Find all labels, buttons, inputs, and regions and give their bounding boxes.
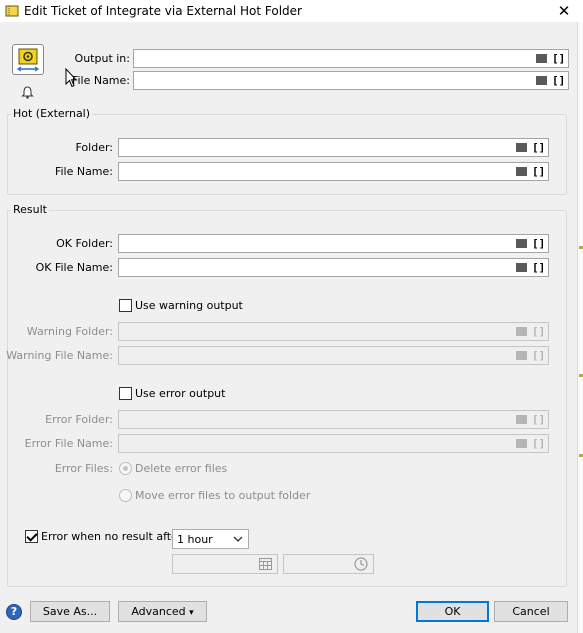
bell-icon[interactable] [21, 86, 34, 99]
variable-bracket-icon[interactable]: [] [552, 75, 565, 86]
edge-marker [579, 246, 583, 249]
folder-icon [516, 351, 527, 360]
ok-folder-input[interactable] [121, 236, 511, 251]
error-file-name-field: [] [118, 434, 549, 453]
edge-marker [579, 374, 583, 377]
use-error-label[interactable]: Use error output [135, 387, 225, 400]
title-bar: Edit Ticket of Integrate via External Ho… [0, 0, 583, 22]
delete-error-files-label: Delete error files [135, 462, 228, 475]
ok-folder-label: OK Folder: [56, 237, 113, 250]
folder-icon[interactable] [516, 167, 527, 176]
window-edge [577, 22, 583, 633]
timeout-select[interactable]: 1 hour [172, 529, 249, 549]
edge-marker [579, 454, 583, 457]
output-in-input[interactable] [136, 51, 531, 66]
variable-bracket-icon: [] [532, 325, 546, 338]
hot-folder-field[interactable]: [] [118, 138, 549, 157]
cancel-button[interactable]: Cancel [494, 601, 568, 622]
folder-icon[interactable] [516, 239, 527, 248]
hot-file-name-field[interactable]: [] [118, 162, 549, 181]
time-field [283, 554, 374, 574]
gear-icon [16, 48, 40, 72]
output-in-field[interactable]: [] [133, 49, 569, 68]
close-icon[interactable]: ✕ [552, 1, 576, 21]
variable-bracket-icon: [] [532, 413, 546, 426]
error-folder-field: [] [118, 410, 549, 429]
warning-folder-label: Warning Folder: [26, 325, 113, 338]
file-name-label: File Name: [71, 74, 130, 87]
save-as-button[interactable]: Save As... [30, 601, 110, 622]
folder-icon [516, 327, 527, 336]
error-when-no-result-label[interactable]: Error when no result after [41, 530, 182, 543]
hot-folder-label: Folder: [75, 141, 113, 154]
use-warning-checkbox[interactable] [119, 299, 132, 312]
delete-error-files-radio [119, 462, 132, 475]
ok-folder-field[interactable]: [] [118, 234, 549, 253]
date-field [172, 554, 278, 574]
warning-file-name-label: Warning File Name: [6, 349, 113, 362]
advanced-button[interactable]: Advanced ▾ [118, 601, 207, 622]
variable-bracket-icon[interactable]: [] [532, 142, 545, 153]
folder-icon[interactable] [516, 143, 527, 152]
warning-file-name-field: [] [118, 346, 549, 365]
variable-bracket-icon: [] [532, 349, 546, 362]
calendar-icon [259, 558, 272, 570]
folder-icon[interactable] [536, 76, 547, 85]
folder-icon [516, 415, 527, 424]
window-title: Edit Ticket of Integrate via External Ho… [24, 4, 302, 18]
error-file-name-label: Error File Name: [24, 437, 113, 450]
move-error-files-radio [119, 489, 132, 502]
folder-icon [516, 439, 527, 448]
file-name-field[interactable]: [] [133, 71, 569, 90]
folder-icon[interactable] [516, 263, 527, 272]
hot-file-name-input[interactable] [121, 164, 511, 179]
timeout-value: 1 hour [177, 533, 213, 546]
error-when-no-result-checkbox[interactable] [25, 530, 38, 543]
hot-folder-gear-icon[interactable] [12, 44, 44, 75]
hot-folder-input[interactable] [121, 140, 511, 155]
error-folder-label: Error Folder: [45, 413, 113, 426]
variable-bracket-icon[interactable]: [] [532, 262, 545, 273]
hot-file-name-label: File Name: [54, 165, 113, 178]
variable-bracket-icon[interactable]: [] [532, 166, 545, 177]
variable-bracket-icon[interactable]: [] [552, 53, 565, 64]
warning-folder-field: [] [118, 322, 549, 341]
ok-file-name-input[interactable] [121, 260, 511, 275]
folder-icon[interactable] [536, 54, 547, 63]
variable-bracket-icon: [] [532, 437, 546, 450]
ok-file-name-label: OK File Name: [35, 261, 113, 274]
error-files-label: Error Files: [54, 462, 113, 475]
ok-file-name-field[interactable]: [] [118, 258, 549, 277]
clock-icon [354, 557, 368, 571]
move-error-files-label: Move error files to output folder [135, 489, 311, 502]
ok-button[interactable]: OK [416, 601, 489, 622]
use-error-checkbox[interactable] [119, 387, 132, 400]
use-warning-label[interactable]: Use warning output [135, 299, 243, 312]
chevron-down-icon [233, 536, 243, 542]
variable-bracket-icon[interactable]: [] [532, 238, 545, 249]
ticket-icon [5, 5, 19, 17]
hot-external-title: Hot (External) [11, 107, 93, 120]
advanced-label: Advanced [131, 605, 186, 618]
file-name-input[interactable] [136, 73, 531, 88]
output-in-label: Output in: [74, 52, 130, 65]
help-icon[interactable]: ? [6, 604, 22, 620]
result-title: Result [11, 203, 49, 216]
advanced-dropdown-arrow-icon: ▾ [189, 608, 194, 618]
